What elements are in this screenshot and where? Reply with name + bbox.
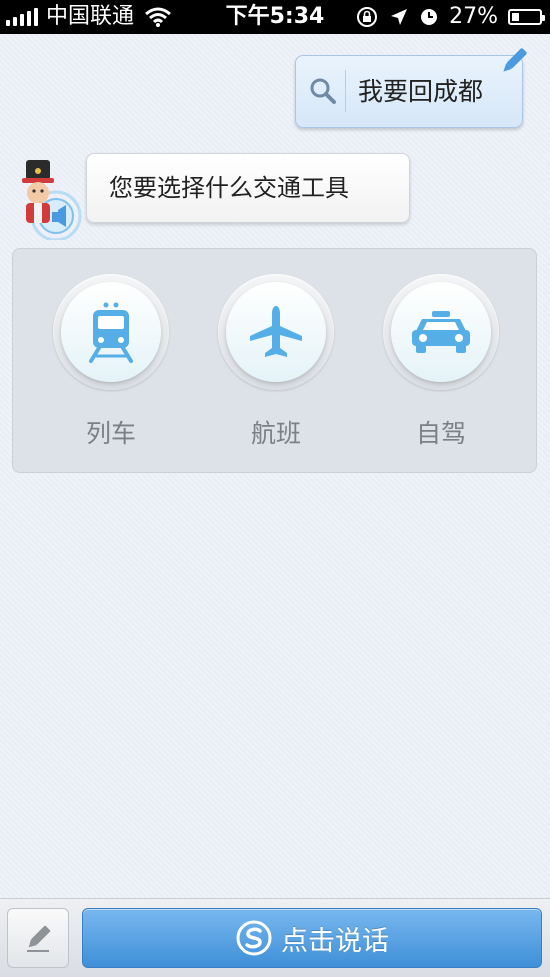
transport-option-label: 列车 — [85, 419, 136, 448]
pencil-icon — [27, 925, 51, 952]
speak-button-label: 点击说话 — [281, 925, 389, 957]
assistant-message-bubble: 您要选择什么交通工具 — [86, 153, 410, 223]
voice-assistant-logo-icon — [236, 920, 272, 956]
transport-options-panel: 列车 航班 自驾 — [12, 248, 537, 473]
battery-level — [512, 13, 519, 21]
search-icon — [310, 78, 336, 104]
user-message-bubble[interactable]: 我要回成都 — [295, 55, 523, 128]
edit-message-pencil-icon[interactable] — [497, 44, 531, 78]
status-bar: 中国联通 下午5:34 27% — [0, 0, 550, 34]
bottom-bar: 点击说话 — [0, 898, 550, 977]
transport-option-label: 航班 — [250, 419, 301, 448]
assistant-avatar — [22, 160, 82, 240]
car-icon — [412, 311, 470, 353]
transport-option-label: 自驾 — [415, 419, 466, 448]
transport-option-train[interactable]: 列车 — [53, 274, 173, 454]
transport-option-car[interactable]: 自驾 — [383, 274, 503, 454]
battery-percent: 27% — [449, 4, 498, 29]
location-arrow-icon — [391, 9, 408, 25]
battery-icon — [508, 9, 545, 25]
bubble-divider — [345, 70, 346, 112]
text-input-button[interactable] — [7, 908, 69, 968]
speak-button[interactable]: 点击说话 — [82, 908, 542, 968]
rotation-lock-icon — [357, 7, 378, 27]
airplane-icon — [250, 306, 302, 357]
alarm-clock-icon — [421, 9, 438, 25]
user-message-text: 我要回成都 — [358, 77, 484, 106]
train-icon — [89, 302, 133, 363]
assistant-message-text: 您要选择什么交通工具 — [109, 174, 349, 202]
transport-option-flight[interactable]: 航班 — [218, 274, 338, 454]
